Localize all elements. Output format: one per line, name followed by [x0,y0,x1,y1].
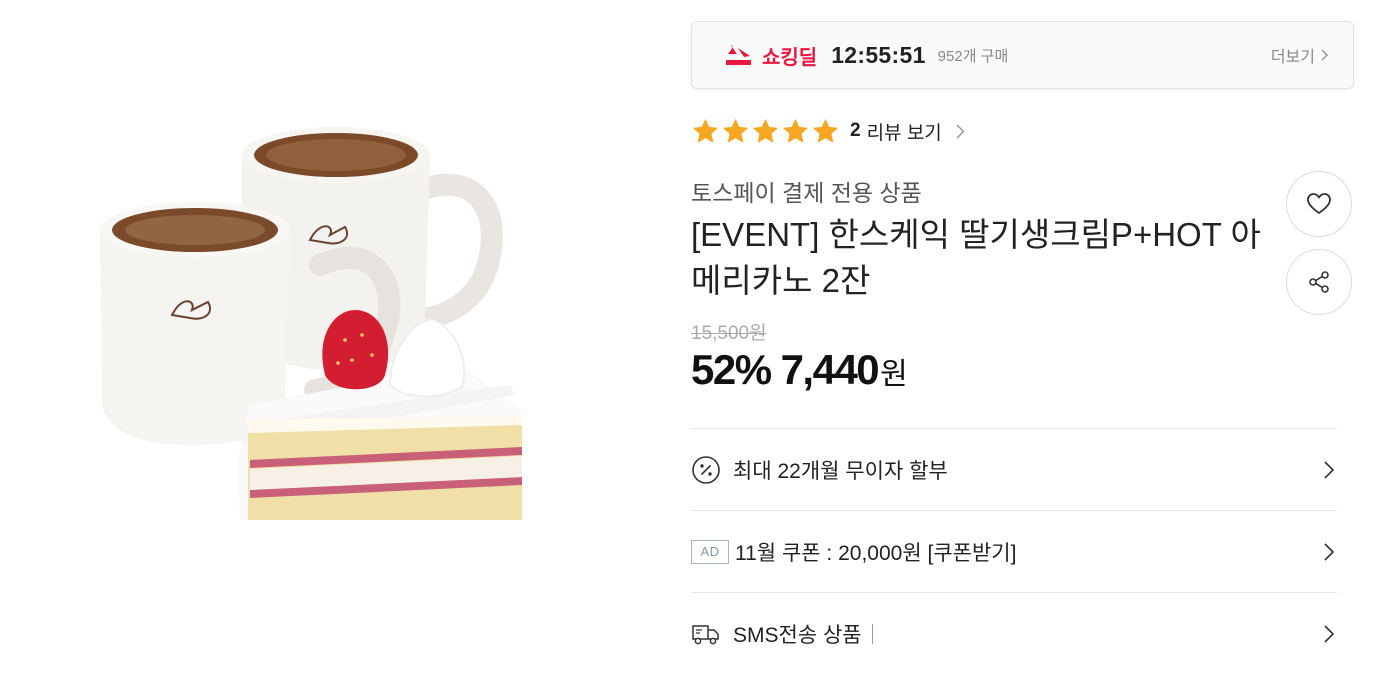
chevron-right-icon [1321,49,1329,61]
shocking-deal-bar[interactable]: 쇼킹딜 12:55:51 952개 구매 더보기 [691,21,1354,89]
star-icon [752,118,779,143]
seller-tag: 토스페이 결제 전용 상품 [691,180,922,206]
discount-rate: 52% [691,346,772,393]
share-icon [1309,271,1329,293]
percent-icon [691,455,721,485]
delivery-text: SMS전송 상품 [733,623,862,647]
installment-text: 최대 22개월 무이자 할부 [733,459,948,483]
original-price: 15,500원 [691,323,767,344]
deal-timer: 12:55:51 [831,41,926,68]
delivery-truck-icon [691,619,721,649]
deal-purchase-count: 952개 구매 [937,47,1009,65]
delivery-row[interactable]: SMS전송 상품 [691,592,1337,674]
heart-icon [1307,193,1331,215]
share-button[interactable] [1286,249,1352,315]
deal-label: 쇼킹딜 [762,46,818,69]
chevron-right-icon [956,123,965,139]
star-icon [782,118,809,143]
divider [871,623,873,644]
coupon-text: 11월 쿠폰 : 20,000원 [쿠폰받기] [735,541,1017,565]
product-image [90,115,550,535]
review-count: 2 [850,120,861,141]
star-rating [691,117,840,146]
product-title: [EVENT] 한스케익 딸기생크림P+HOT 아메리카노 2잔 [691,216,1261,299]
chevron-right-icon [1323,460,1335,480]
star-icon [722,118,749,143]
installment-row[interactable]: 최대 22개월 무이자 할부 [691,428,1337,510]
chevron-right-icon [1323,542,1335,562]
ad-badge: AD [691,539,729,564]
chevron-right-icon [1323,624,1335,644]
star-icon [812,118,839,143]
star-icon [692,118,719,143]
coupon-row[interactable]: AD 11월 쿠폰 : 20,000원 [쿠폰받기] [691,510,1337,592]
deal-more-link[interactable]: 더보기 [1271,43,1329,67]
rating-row[interactable]: 2 리뷰 보기 [691,113,965,149]
deal-more-label: 더보기 [1270,49,1315,66]
shocking-deal-logo-icon [724,42,754,68]
currency-unit: 원 [880,358,908,391]
wishlist-button[interactable] [1286,171,1352,237]
price-row: 52% 7,440 원 [691,346,908,394]
sale-price: 7,440 [780,346,880,393]
review-link[interactable]: 리뷰 보기 [867,118,942,145]
